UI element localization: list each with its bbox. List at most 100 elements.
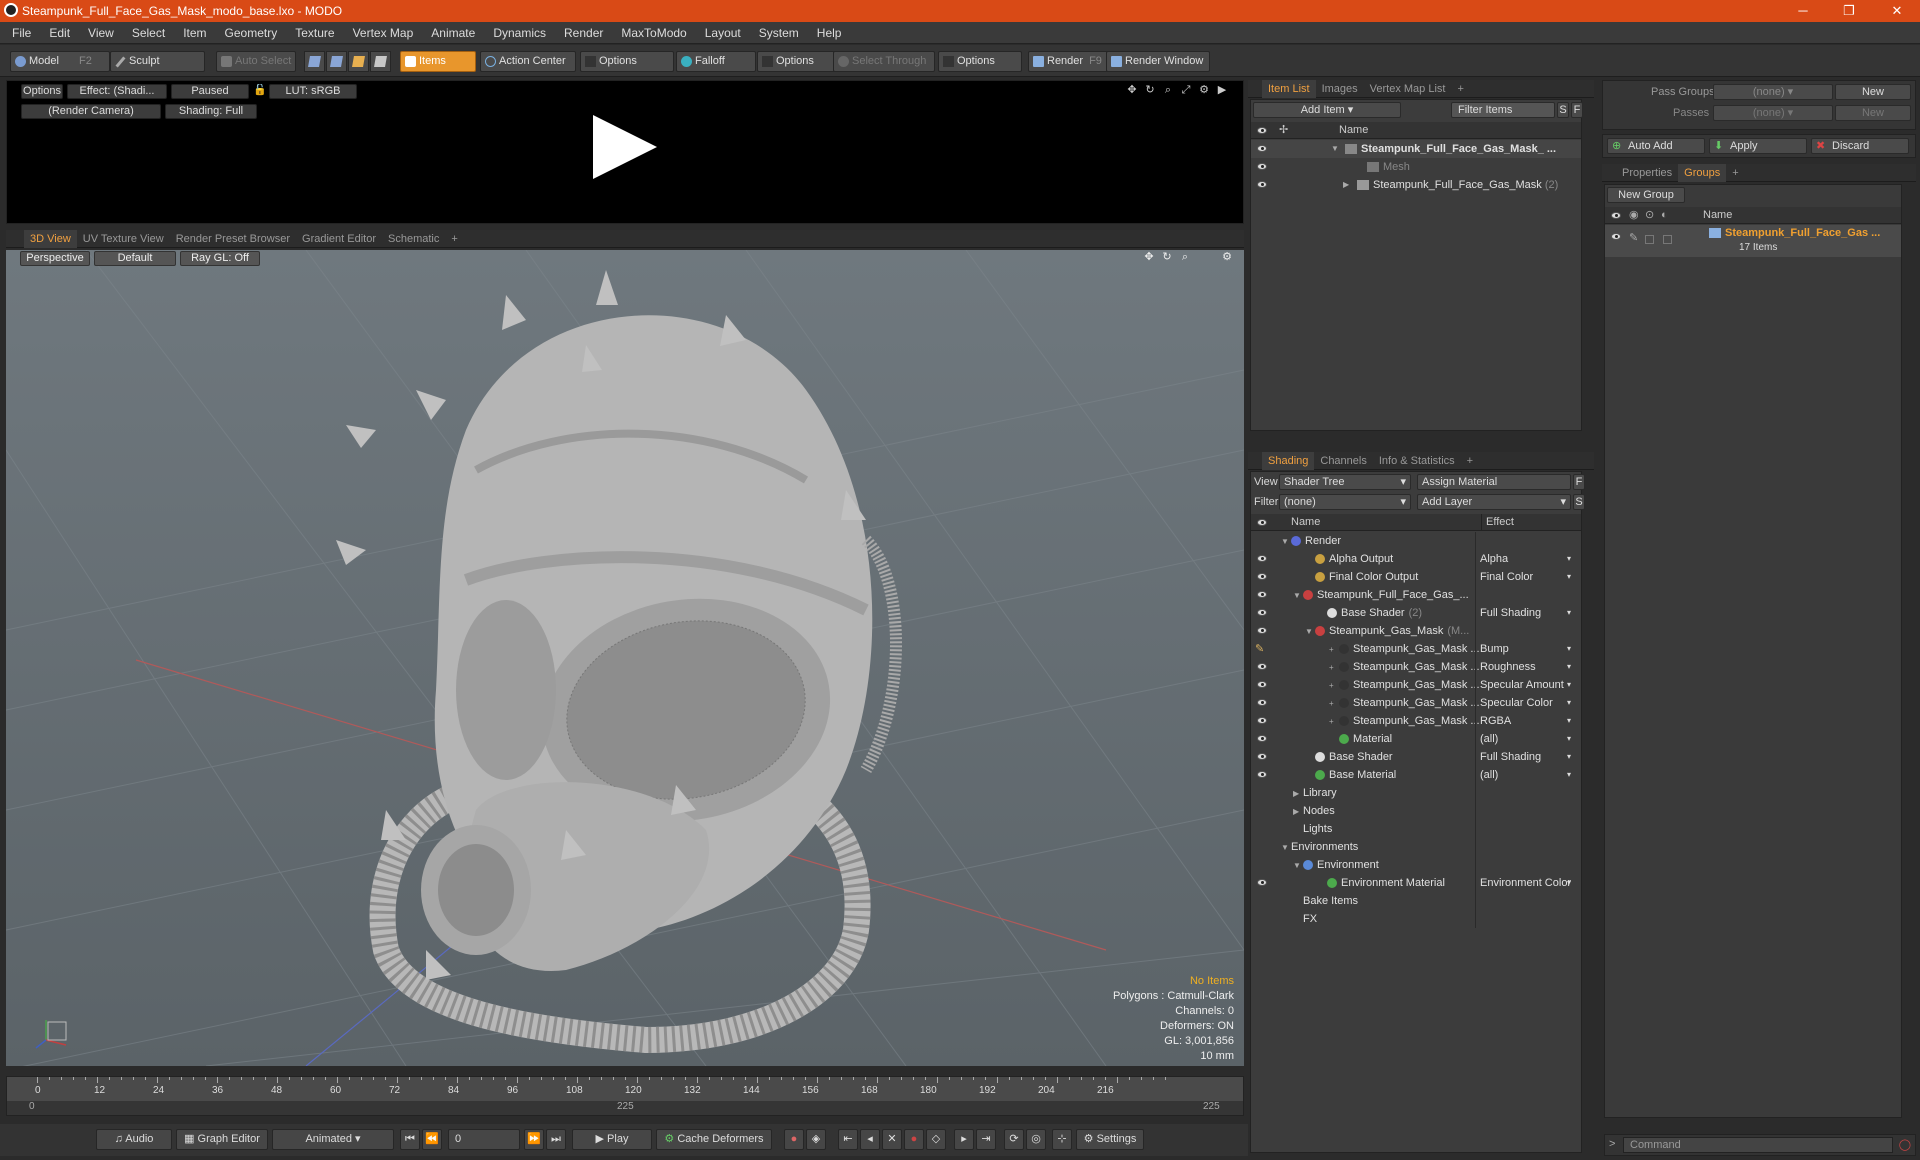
gear-icon[interactable]: ⚙	[1197, 84, 1211, 99]
effect-dropdown[interactable]: Full Shading ▾	[1475, 604, 1575, 622]
next-frame-button[interactable]: ⇥	[976, 1129, 996, 1150]
raygl-dropdown[interactable]: Ray GL: Off	[180, 251, 260, 266]
menu-system[interactable]: System	[750, 22, 808, 44]
expand-icon[interactable]: +	[1329, 677, 1339, 695]
shader-tree-row[interactable]: Material (all) ▾	[1251, 730, 1581, 748]
auto-add-button[interactable]: ⊕ Auto Add	[1607, 138, 1705, 154]
play-icon[interactable]	[593, 115, 657, 179]
item-row-scene[interactable]: ▼ Steampunk_Full_Face_Gas_Mask_ ...	[1251, 140, 1581, 158]
maximize-button[interactable]: ❐	[1826, 0, 1872, 22]
set-key-button[interactable]: ✕	[882, 1129, 902, 1150]
keyframe-options-button[interactable]: ◇	[926, 1129, 946, 1150]
minimize-button[interactable]: ─	[1780, 0, 1826, 22]
shader-tree-row[interactable]: Lights	[1251, 820, 1581, 838]
tab-3d-view[interactable]: 3D View	[24, 230, 77, 248]
tab-vertex-map-list[interactable]: Vertex Map List	[1364, 80, 1452, 98]
menu-select[interactable]: Select	[123, 22, 174, 44]
items-mode-button[interactable]: Items	[400, 51, 476, 72]
falloff-button[interactable]: Falloff	[676, 51, 756, 72]
auto-select-button[interactable]: Auto Select	[216, 51, 296, 72]
apply-button[interactable]: ⬇ Apply	[1709, 138, 1807, 154]
menu-maxtomodo[interactable]: MaxToModo	[612, 22, 695, 44]
tab-shading[interactable]: Shading	[1262, 452, 1315, 470]
model-mode-button[interactable]: Model F2	[10, 51, 110, 72]
zoom-icon[interactable]: ⌕	[1178, 251, 1192, 266]
settings-button[interactable]: ⚙ Settings	[1076, 1129, 1144, 1150]
prev-frame-button[interactable]: ⇤	[838, 1129, 858, 1150]
shader-tree-row[interactable]: + Steampunk_Gas_Mask ... Roughness ▾	[1251, 658, 1581, 676]
menu-render[interactable]: Render	[555, 22, 612, 44]
assign-material-input[interactable]: Assign Material	[1417, 474, 1571, 490]
command-input[interactable]: Command	[1623, 1137, 1893, 1153]
effect-column-header[interactable]: Effect	[1481, 514, 1514, 531]
name-column-header[interactable]: Name	[1291, 514, 1320, 531]
record-key-button[interactable]: ●	[784, 1129, 804, 1150]
new-pass-group-button[interactable]: New	[1835, 84, 1911, 100]
tab-item-list[interactable]: Item List	[1262, 80, 1316, 98]
menu-file[interactable]: File	[0, 22, 40, 44]
shader-tree-row[interactable]: Base Shader Full Shading ▾	[1251, 748, 1581, 766]
group-row[interactable]: ✎ Steampunk_Full_Face_Gas ... 17 Items	[1605, 225, 1901, 257]
action-center-options-button[interactable]: Options	[580, 51, 674, 72]
search-s-button[interactable]: S	[1557, 102, 1569, 118]
visibility-icon[interactable]	[1257, 573, 1267, 580]
play-button[interactable]: ▶ Play	[572, 1129, 652, 1150]
expand-icon[interactable]: ▼	[1331, 140, 1341, 158]
filter-items-input[interactable]: Filter Items	[1451, 102, 1555, 118]
passes-dropdown[interactable]: (none) ▾	[1713, 105, 1833, 121]
3d-viewport[interactable]: Perspective Default Ray GL: Off ✥ ↻ ⌕ ⚙ …	[6, 250, 1244, 1066]
timeline-range-bar[interactable]: 0 225 225	[7, 1101, 1243, 1115]
preview-paused-button[interactable]: Paused	[171, 84, 249, 99]
gas-mask-model[interactable]	[336, 270, 902, 1054]
visibility-icon[interactable]	[1257, 163, 1267, 170]
expand-icon[interactable]: ▼	[1305, 623, 1315, 641]
animated-dropdown[interactable]: Animated ▾	[272, 1129, 394, 1150]
add-layer-dropdown[interactable]: Add Layer ▾	[1417, 494, 1571, 510]
shader-tree-row[interactable]: + Steampunk_Gas_Mask ... Specular Amount ▾	[1251, 676, 1581, 694]
maximize-icon[interactable]: ⤢	[1179, 84, 1193, 99]
zoom-icon[interactable]: ⌕	[1161, 84, 1175, 99]
shading-style-dropdown[interactable]: Default	[94, 251, 176, 266]
expand-icon[interactable]: +	[1329, 659, 1339, 677]
visibility-icon[interactable]	[1257, 699, 1267, 706]
material-select-button[interactable]	[370, 51, 391, 72]
effect-dropdown[interactable]: Environment Color ▾	[1475, 874, 1575, 892]
preview-effect-dropdown[interactable]: Effect: (Shadi...	[67, 84, 167, 99]
effect-dropdown[interactable]: Alpha ▾	[1475, 550, 1575, 568]
menu-dynamics[interactable]: Dynamics	[484, 22, 555, 44]
menu-animate[interactable]: Animate	[422, 22, 484, 44]
visibility-icon[interactable]	[1257, 681, 1267, 688]
menu-layout[interactable]: Layout	[696, 22, 750, 44]
effect-dropdown[interactable]: Roughness ▾	[1475, 658, 1575, 676]
menu-edit[interactable]: Edit	[40, 22, 79, 44]
menu-item[interactable]: Item	[174, 22, 215, 44]
add-item-dropdown[interactable]: Add Item ▾	[1253, 102, 1401, 118]
shader-tree-row[interactable]: ▶ Library	[1251, 784, 1581, 802]
visibility-icon[interactable]	[1257, 663, 1267, 670]
action-center-button[interactable]: Action Center	[480, 51, 576, 72]
shader-tree-row[interactable]: ▼ Environments	[1251, 838, 1581, 856]
tab-info-statistics[interactable]: Info & Statistics	[1373, 452, 1461, 470]
menu-help[interactable]: Help	[808, 22, 851, 44]
polygon-select-button[interactable]	[348, 51, 369, 72]
visibility-icon[interactable]	[1257, 555, 1267, 562]
shader-tree-row[interactable]: ▼ Environment	[1251, 856, 1581, 874]
visibility-icon[interactable]	[1257, 627, 1267, 634]
falloff-options-button[interactable]: Options	[757, 51, 837, 72]
perspective-dropdown[interactable]: Perspective	[20, 251, 90, 266]
rotate-icon[interactable]: ↻	[1143, 84, 1157, 99]
go-to-start-button[interactable]: ⏮	[400, 1129, 420, 1150]
name-column-header[interactable]: Name	[1339, 122, 1368, 139]
close-button[interactable]: ✕	[1874, 0, 1920, 22]
cache-deformers-button[interactable]: ⚙ Cache Deformers	[656, 1129, 772, 1150]
effect-dropdown[interactable]: Full Shading ▾	[1475, 748, 1575, 766]
expand-icon[interactable]: ▼	[1281, 533, 1291, 551]
render-window-button[interactable]: Render Window	[1106, 51, 1210, 72]
visibility-icon[interactable]	[1257, 609, 1267, 616]
menu-vertex-map[interactable]: Vertex Map	[344, 22, 423, 44]
loop-button[interactable]: ⟳	[1004, 1129, 1024, 1150]
effect-dropdown[interactable]: Specular Amount ▾	[1475, 676, 1575, 694]
prev-keyframe-button[interactable]: ◂	[860, 1129, 880, 1150]
menu-view[interactable]: View	[79, 22, 123, 44]
tab-uv-texture-view[interactable]: UV Texture View	[77, 230, 170, 248]
